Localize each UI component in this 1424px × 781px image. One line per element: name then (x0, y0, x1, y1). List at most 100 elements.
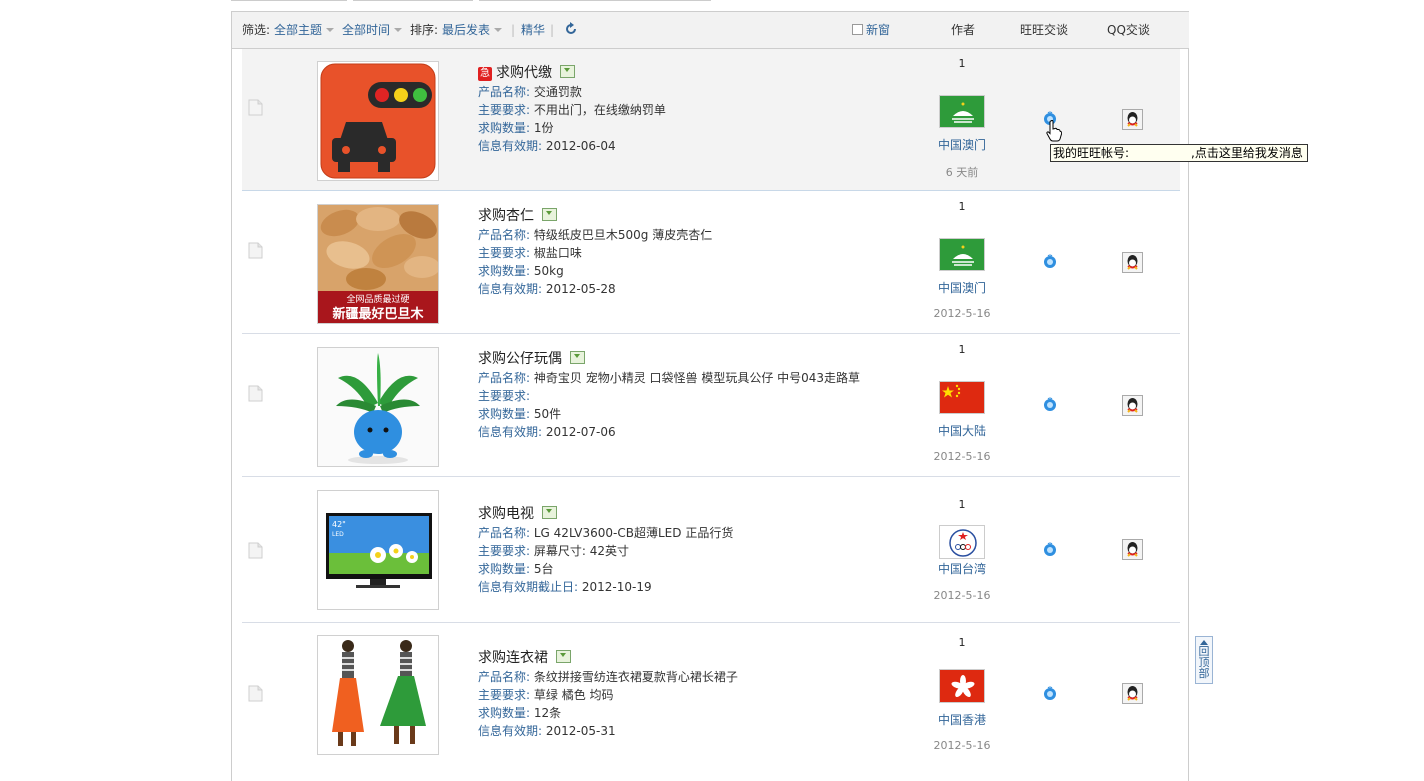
field-label: 信息有效期: (478, 282, 543, 296)
qq-chat-icon[interactable] (1122, 683, 1143, 704)
reply-count: 1 (958, 636, 966, 649)
field-label: 信息有效期: (478, 724, 543, 738)
filter-time-dropdown[interactable]: 全部时间 (342, 23, 403, 37)
thread-title[interactable]: 求购电视 (478, 506, 534, 522)
urgent-badge: 急 (478, 67, 492, 81)
macau-flag-icon (939, 95, 985, 128)
post-date: 2012-5-16 (933, 307, 991, 320)
refresh-icon[interactable] (564, 22, 578, 36)
thread-title[interactable]: 求购杏仁 (478, 208, 534, 224)
thread-title[interactable]: 求购公仔玩偶 (478, 351, 562, 367)
field-value: 50kg (533, 264, 564, 278)
post-date: 6 天前 (945, 166, 979, 179)
field-value: 5台 (533, 562, 554, 576)
field-label: 产品名称: (478, 670, 531, 684)
field-label: 主要要求: (478, 103, 531, 117)
filter-label: 筛选: (242, 23, 271, 37)
wangwang-chat-icon[interactable] (1043, 397, 1057, 411)
thread-info: 求购电视 产品名称: LG 42LV3600-CB超薄LED 正品行货 主要要求… (478, 504, 733, 596)
thread-info: 急求购代缴 产品名称: 交通罚款 主要要求: 不用出门，在线缴纳罚单 求购数量:… (478, 63, 666, 155)
field-label: 求购数量: (478, 121, 531, 135)
document-icon (248, 542, 263, 559)
post-date: 2012-5-16 (933, 589, 991, 602)
tooltip-prefix: 我的旺旺帐号: (1053, 146, 1130, 160)
field-value: 屏幕尺寸: 42英寸 (533, 544, 630, 558)
image-attachment-icon (560, 65, 575, 78)
qq-chat-icon[interactable] (1122, 252, 1143, 273)
thumbnail-caption-top: 全网品质最过硬 (346, 293, 409, 305)
field-value: 条纹拼接雪纺连衣裙夏款背心裙长裙子 (533, 670, 738, 684)
field-value: 椒盐口味 (533, 246, 582, 260)
macau-flag-icon (939, 238, 985, 271)
thread-title[interactable]: 求购连衣裙 (478, 650, 548, 666)
digest-link[interactable]: 精华 (521, 23, 545, 37)
product-thumbnail[interactable] (317, 635, 439, 755)
field-label: 求购数量: (478, 407, 531, 421)
image-attachment-icon (542, 208, 557, 221)
post-date: 2012-5-16 (933, 450, 991, 463)
field-value: 12条 (533, 706, 562, 720)
field-label: 信息有效期截止日: (478, 580, 579, 594)
field-value: 2012-06-04 (545, 139, 616, 153)
field-label: 求购数量: (478, 706, 531, 720)
separator: | (511, 23, 516, 37)
toy-figure-image (318, 348, 438, 466)
field-label: 产品名称: (478, 371, 531, 385)
wangwang-chat-icon[interactable] (1043, 542, 1057, 556)
product-thumbnail[interactable]: 全网品质最过硬 新疆最好巴旦木 (317, 204, 439, 324)
thread-title[interactable]: 求购代缴 (496, 65, 552, 81)
product-thumbnail[interactable] (317, 347, 439, 467)
field-label: 主要要求: (478, 389, 531, 403)
field-label: 产品名称: (478, 228, 531, 242)
field-value: 草绿 橘色 均码 (533, 688, 614, 702)
qq-chat-icon[interactable] (1122, 109, 1143, 130)
product-thumbnail[interactable]: 42" LED (317, 490, 439, 610)
field-label: 主要要求: (478, 688, 531, 702)
chinese-taipei-flag-icon (939, 525, 985, 559)
author-region-link[interactable]: 中国大陆 (912, 422, 1012, 439)
wangwang-chat-icon[interactable] (1043, 686, 1057, 700)
thumbnail-led-label: LED (332, 531, 344, 538)
filter-topic-dropdown[interactable]: 全部主题 (274, 23, 335, 37)
field-value: 2012-10-19 (581, 580, 652, 594)
almond-image: 全网品质最过硬 新疆最好巴旦木 (318, 205, 438, 323)
thumbnail-size-label: 42" (332, 520, 346, 529)
qq-chat-icon[interactable] (1122, 539, 1143, 560)
field-value: 2012-07-06 (545, 425, 616, 439)
thread-info: 求购公仔玩偶 产品名称: 神奇宝贝 宠物小精灵 口袋怪兽 模型玩具公仔 中号04… (478, 349, 860, 441)
new-window-toggle[interactable]: 新窗 (852, 23, 890, 37)
top-tab-strip (231, 0, 711, 1)
sort-value-label: 最后发表 (442, 23, 491, 37)
wangwang-chat-icon[interactable] (1043, 254, 1057, 268)
author-region-link[interactable]: 中国澳门 (912, 279, 1012, 296)
table-row: 42" LED 求购电视 产品名称: LG 42LV3600-CB超薄LED 正… (242, 478, 1180, 623)
new-window-checkbox[interactable] (852, 24, 863, 35)
author-region-link[interactable]: 中国澳门 (912, 136, 1012, 153)
document-icon (248, 99, 263, 116)
qq-chat-icon[interactable] (1122, 395, 1143, 416)
product-thumbnail[interactable] (317, 61, 439, 181)
field-label: 求购数量: (478, 562, 531, 576)
author-region-link[interactable]: 中国香港 (912, 711, 1012, 728)
tooltip-suffix: ,点击这里给我发消息 (1191, 146, 1303, 160)
image-attachment-icon (556, 650, 571, 663)
field-value: 特级纸皮巴旦木500g 薄皮壳杏仁 (533, 228, 713, 242)
author-region-link[interactable]: 中国台湾 (912, 560, 1012, 577)
hong-kong-flag-icon (939, 669, 985, 703)
field-label: 求购数量: (478, 264, 531, 278)
sort-dropdown[interactable]: 最后发表 (442, 23, 503, 37)
field-label: 产品名称: (478, 85, 531, 99)
field-label: 产品名称: (478, 526, 531, 540)
hand-cursor-icon (1046, 120, 1062, 142)
table-row: 求购连衣裙 产品名称: 条纹拼接雪纺连衣裙夏款背心裙长裙子 主要要求: 草绿 橘… (242, 623, 1180, 768)
field-label: 信息有效期: (478, 139, 543, 153)
table-row: 急求购代缴 产品名称: 交通罚款 主要要求: 不用出门，在线缴纳罚单 求购数量:… (242, 49, 1180, 191)
column-header-author: 作者 (951, 23, 976, 37)
television-image: 42" LED (318, 491, 438, 609)
filter-topic-label: 全部主题 (274, 23, 323, 37)
image-attachment-icon (570, 351, 585, 364)
back-to-top-button[interactable]: 回 顶 部 (1195, 636, 1213, 684)
field-label: 主要要求: (478, 246, 531, 260)
post-date: 2012-5-16 (933, 739, 991, 752)
table-row: 全网品质最过硬 新疆最好巴旦木 求购杏仁 产品名称: 特级纸皮巴旦木500g 薄… (242, 192, 1180, 334)
